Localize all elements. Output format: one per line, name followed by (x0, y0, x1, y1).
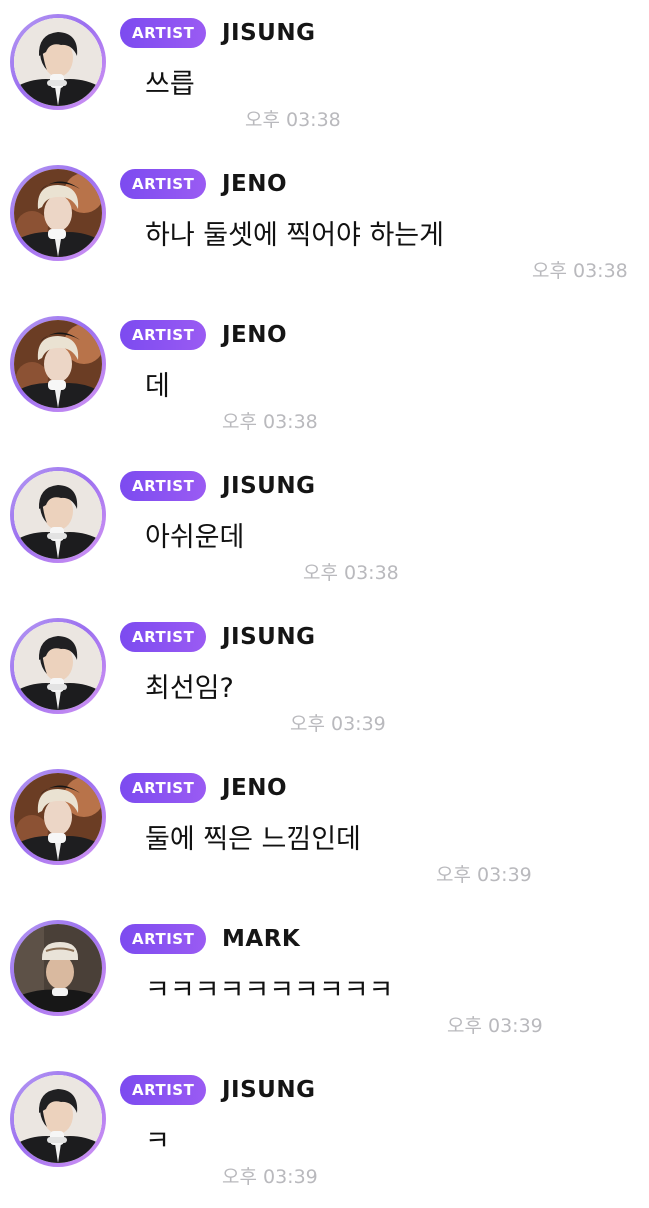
message-text: 아쉬운데 (145, 522, 245, 553)
artist-badge: ARTIST (120, 18, 207, 48)
message-text: ㅋㅋㅋㅋㅋㅋㅋㅋㅋㅋ (145, 975, 394, 1006)
message-timestamp: 오후 03:39 (447, 1015, 543, 1037)
message-timestamp: 오후 03:39 (222, 1166, 318, 1188)
message-timestamp: 오후 03:39 (290, 713, 386, 735)
message-text: 둘에 찍은 느낌인데 (145, 824, 361, 855)
sender-name[interactable]: JENO (222, 769, 287, 807)
chat-message: ARTIST JISUNG 쓰릅오후 03:38 (0, 0, 649, 151)
sender-name[interactable]: JISUNG (222, 1071, 315, 1109)
jeno-avatar[interactable] (14, 773, 102, 861)
artist-badge: ARTIST (120, 471, 207, 501)
sender-name[interactable]: JISUNG (222, 14, 315, 52)
mark-avatar[interactable] (14, 924, 102, 1012)
jisung-avatar[interactable] (14, 471, 102, 559)
avatar-ring[interactable] (10, 920, 106, 1016)
message-timestamp: 오후 03:38 (222, 411, 318, 433)
message-text: 하나 둘셋에 찍어야 하는게 (145, 220, 444, 251)
chat-message: ARTIST JISUNG 최선임? 오후 03:39 (0, 604, 649, 755)
sender-name[interactable]: JENO (222, 165, 287, 203)
avatar-ring[interactable] (10, 1071, 106, 1167)
sender-name[interactable]: JENO (222, 316, 287, 354)
avatar-ring[interactable] (10, 316, 106, 412)
chat-message: ARTIST JISUNG ㅋ 오후 03:39 (0, 1057, 649, 1208)
chat-message: ARTIST JENO 데오후 03:38 (0, 302, 649, 453)
avatar-ring[interactable] (10, 769, 106, 865)
avatar-ring[interactable] (10, 467, 106, 563)
artist-badge: ARTIST (120, 773, 207, 803)
message-timestamp: 오후 03:38 (532, 260, 628, 282)
sender-name[interactable]: JISUNG (222, 467, 315, 505)
message-timestamp: 오후 03:38 (245, 109, 341, 131)
message-timestamp: 오후 03:39 (436, 864, 532, 886)
chat-message: ARTIST JENO 하나 둘셋에 찍어야 하는게오후 03:38 (0, 151, 649, 302)
jisung-avatar[interactable] (14, 622, 102, 710)
message-text: 최선임? (145, 673, 234, 704)
message-timestamp: 오후 03:38 (303, 562, 399, 584)
message-text: 쓰릅 (145, 69, 195, 100)
avatar-ring[interactable] (10, 165, 106, 261)
artist-badge: ARTIST (120, 1075, 207, 1105)
artist-badge: ARTIST (120, 320, 207, 350)
sender-name[interactable]: MARK (222, 920, 300, 958)
chat-feed: ARTIST JISUNG 쓰릅오후 03:38 ARTIST JENO 하나 둘셋에 찍… (0, 0, 649, 1200)
avatar-ring[interactable] (10, 618, 106, 714)
jisung-avatar[interactable] (14, 1075, 102, 1163)
jeno-avatar[interactable] (14, 169, 102, 257)
chat-message: ARTIST MARK ㅋㅋㅋㅋㅋㅋㅋㅋㅋㅋ 오후 03:39 (0, 906, 649, 1057)
artist-badge: ARTIST (120, 622, 207, 652)
jisung-avatar[interactable] (14, 18, 102, 106)
artist-badge: ARTIST (120, 169, 207, 199)
jeno-avatar[interactable] (14, 320, 102, 408)
message-text: ㅋ (145, 1126, 170, 1157)
chat-message: ARTIST JENO 둘에 찍은 느낌인데오후 03:39 (0, 755, 649, 906)
sender-name[interactable]: JISUNG (222, 618, 315, 656)
avatar-ring[interactable] (10, 14, 106, 110)
chat-message: ARTIST JISUNG 아쉬운데오후 03:38 (0, 453, 649, 604)
artist-badge: ARTIST (120, 924, 207, 954)
message-text: 데 (145, 371, 170, 402)
